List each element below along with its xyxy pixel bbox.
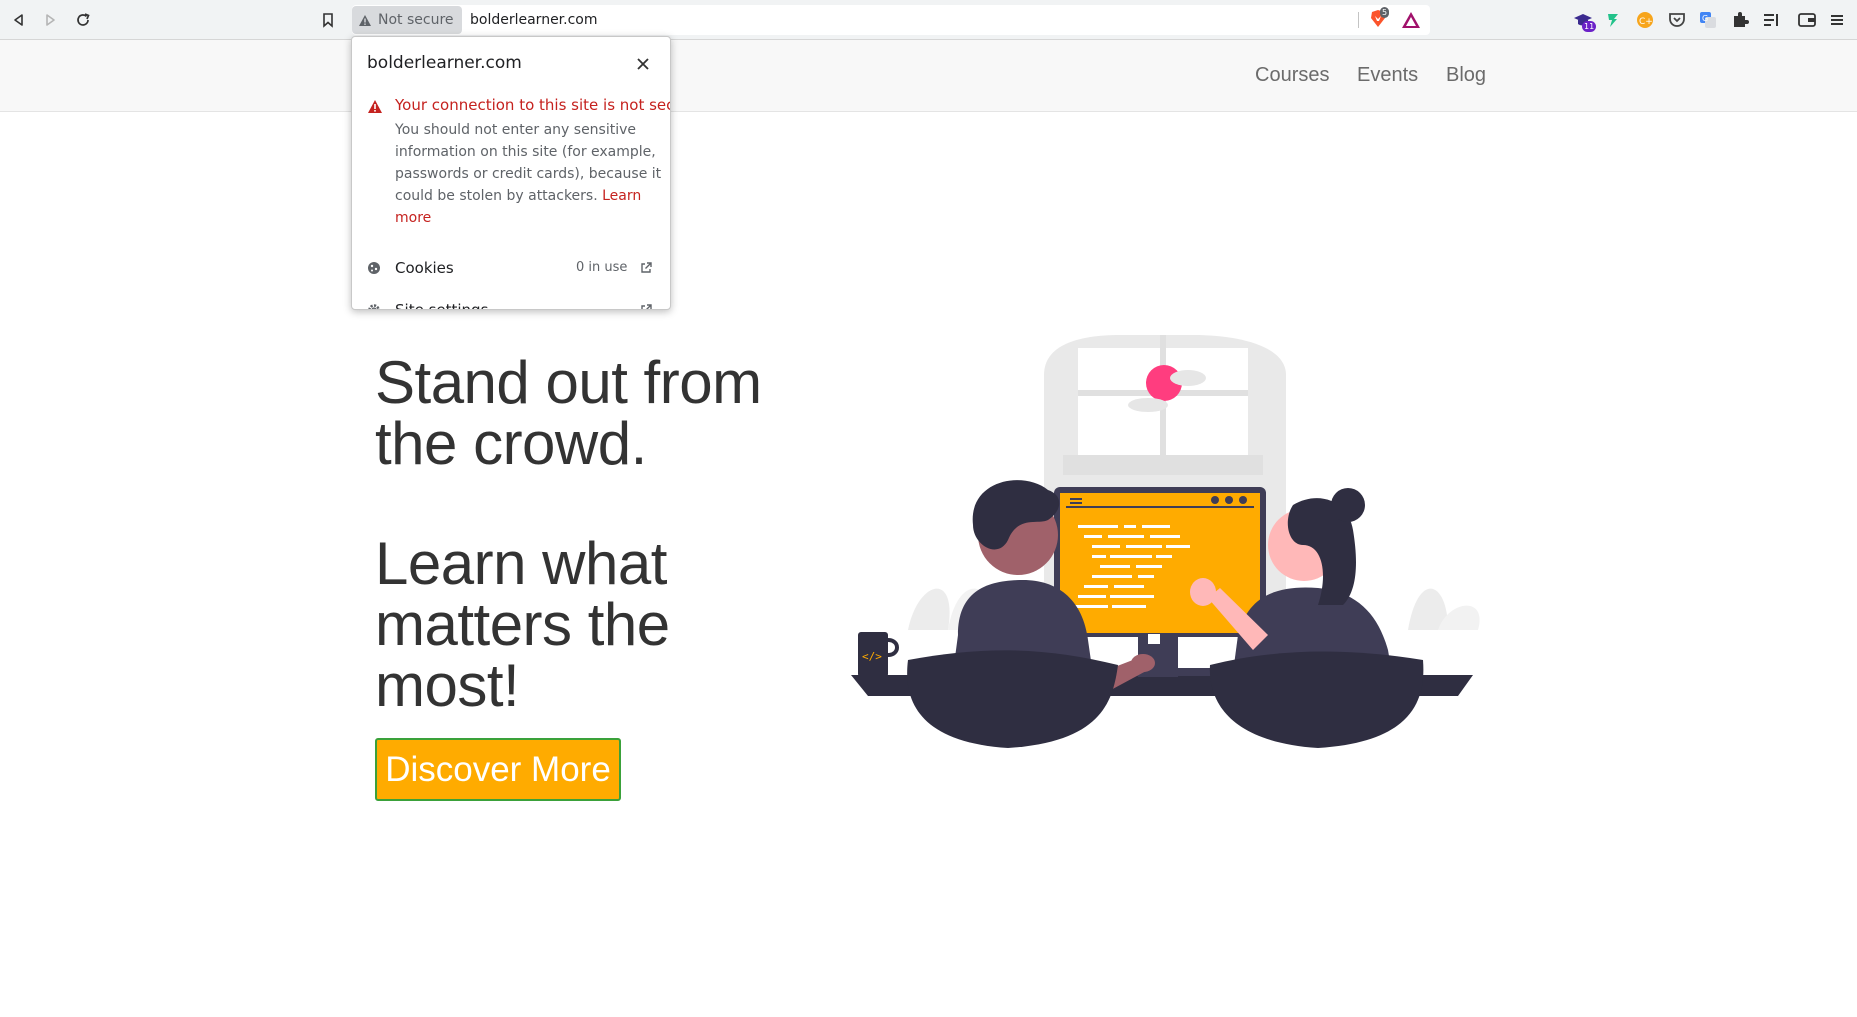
gear-icon — [368, 304, 380, 309]
reload-button[interactable] — [71, 8, 95, 32]
browser-toolbar: Not secure bolderlearner.com 5 11 C+ G — [0, 0, 1857, 40]
forward-button[interactable] — [38, 8, 62, 32]
brave-rewards-triangle-icon — [1402, 12, 1420, 28]
puzzle-piece-icon — [1734, 12, 1749, 27]
hero-line: matters the — [375, 591, 670, 658]
popup-title: bolderlearner.com — [367, 53, 522, 73]
nav-link-blog[interactable]: Blog — [1446, 64, 1486, 87]
hero-line: most! — [375, 652, 520, 719]
back-arrow-icon — [14, 14, 23, 26]
warning-triangle-icon — [368, 100, 382, 113]
bookmark-icon — [323, 13, 333, 28]
translate-icon: G — [1700, 12, 1716, 28]
reload-icon — [77, 13, 90, 26]
address-bar[interactable]: Not secure bolderlearner.com 5 — [352, 5, 1430, 35]
external-link-icon — [641, 262, 652, 273]
svg-text:G: G — [1702, 14, 1708, 23]
wallet-icon — [1798, 13, 1816, 27]
hero-illustration: </> — [851, 335, 1480, 748]
extension-coupon-button[interactable]: C+ — [1634, 9, 1656, 31]
security-indicator-button[interactable]: Not secure — [352, 6, 462, 34]
hero-line: the crowd. — [375, 410, 647, 477]
coin-icon: C+ — [1637, 12, 1653, 28]
not-secure-label: Not secure — [378, 12, 454, 28]
extension-badge-count: 11 — [1582, 21, 1597, 32]
reading-list-button[interactable] — [1761, 9, 1783, 31]
back-button[interactable] — [7, 8, 31, 32]
cookies-label: Cookies — [395, 259, 454, 277]
hero-heading-2: Learn what matters the most! — [375, 533, 670, 716]
site-header: Courses Events Blog — [0, 40, 1857, 112]
leaf-icon — [1608, 14, 1618, 27]
warning-triangle-icon — [359, 14, 371, 26]
extension-leaf-button[interactable] — [1602, 9, 1624, 31]
forward-arrow-icon — [46, 14, 55, 26]
url-divider — [1358, 12, 1359, 28]
translate-button[interactable]: G — [1697, 9, 1719, 31]
menu-button[interactable] — [1826, 9, 1848, 31]
nav-link-events[interactable]: Events — [1357, 64, 1418, 87]
brave-shields-count: 5 — [1380, 7, 1390, 18]
cookie-icon — [368, 262, 380, 274]
extension-graduation-button[interactable]: 11 — [1572, 9, 1597, 32]
external-link-icon — [641, 304, 652, 309]
popup-close-button[interactable] — [634, 55, 652, 73]
wallet-button[interactable] — [1796, 9, 1818, 31]
hero-line: Stand out from — [375, 349, 762, 416]
bookmark-button[interactable] — [316, 8, 340, 32]
plant-left — [908, 588, 950, 630]
pocket-icon — [1669, 13, 1685, 27]
svg-text:</>: </> — [862, 650, 882, 663]
site-settings-row[interactable]: Site settings — [352, 293, 670, 310]
left-chair — [907, 650, 1118, 748]
svg-text:C+: C+ — [1639, 17, 1653, 27]
connection-warning-text: You should not enter any sensitive infor… — [395, 119, 670, 229]
extensions-button[interactable] — [1729, 9, 1751, 31]
cookies-row[interactable]: Cookies 0 in use — [352, 251, 670, 287]
pocket-button[interactable] — [1666, 9, 1688, 31]
hero-line: Learn what — [375, 530, 667, 597]
coffee-mug: </> — [858, 632, 899, 677]
site-settings-label: Site settings — [395, 301, 489, 310]
hamburger-menu-icon — [1831, 15, 1843, 25]
discover-more-button[interactable]: Discover More — [375, 738, 621, 801]
brave-rewards-button[interactable] — [1400, 9, 1422, 31]
right-chair — [1209, 651, 1424, 748]
connection-warning-title: Your connection to this site is not secu… — [395, 96, 671, 114]
cookies-count: 0 in use — [576, 260, 628, 275]
site-info-popup: bolderlearner.com Your connection to thi… — [351, 36, 671, 310]
close-icon — [637, 58, 649, 70]
hero-heading-1: Stand out from the crowd. — [375, 352, 762, 474]
nav-link-courses[interactable]: Courses — [1255, 64, 1329, 87]
url-text[interactable]: bolderlearner.com — [470, 12, 598, 28]
reading-list-icon — [1764, 14, 1778, 26]
brave-shields-button[interactable]: 5 — [1367, 7, 1390, 30]
